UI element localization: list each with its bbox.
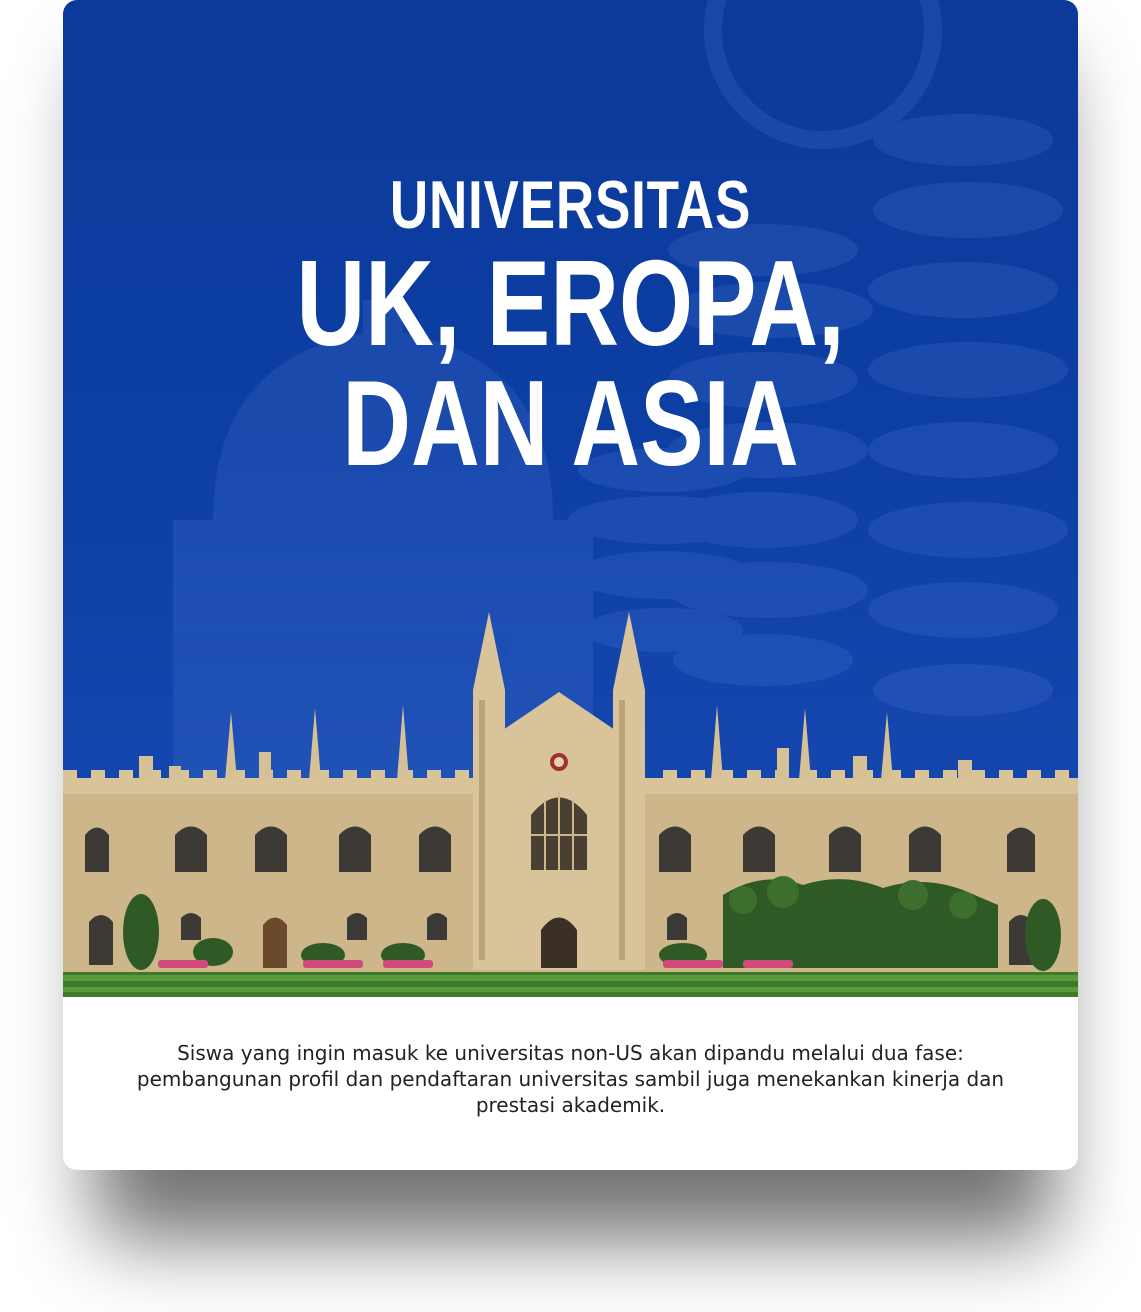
title-line-asia: DAN ASIA <box>342 355 799 491</box>
title-line-universitas: UNIVERSITAS <box>389 167 752 243</box>
title-line-regions: UK, EROPA, <box>296 235 845 371</box>
program-card[interactable]: UNIVERSITAS UK, EROPA, DAN ASIA Siswa ya… <box>63 0 1078 1170</box>
hero-banner: UNIVERSITAS UK, EROPA, DAN ASIA <box>63 0 1078 997</box>
card-description: Siswa yang ingin masuk ke universitas no… <box>136 1041 1005 1117</box>
university-building-photo <box>63 0 1078 997</box>
page: UNIVERSITAS UK, EROPA, DAN ASIA Siswa ya… <box>0 0 1141 1312</box>
